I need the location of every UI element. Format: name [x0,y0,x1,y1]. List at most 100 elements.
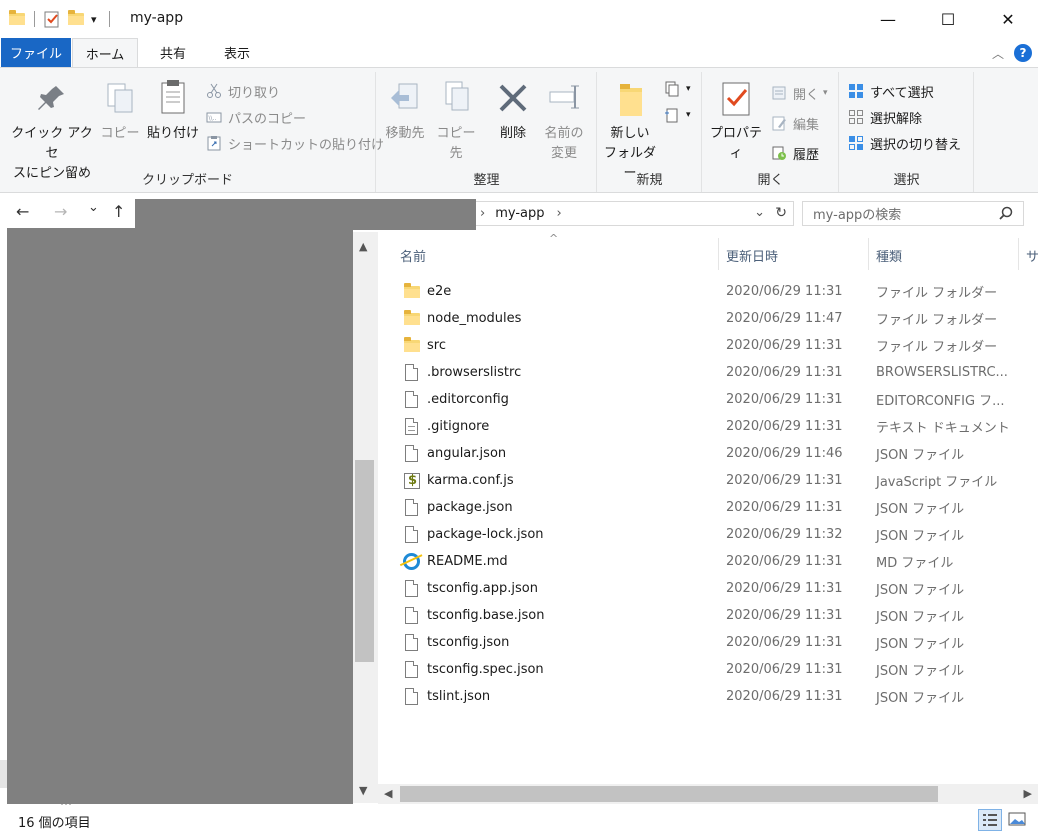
back-arrow-icon[interactable]: ← [16,202,29,221]
recent-locations-icon[interactable]: ⌄ [88,200,99,215]
file-name[interactable]: src [427,338,446,353]
large-icons-view-button[interactable] [1006,809,1030,831]
table-row[interactable]: tsconfig.base.json 2020/06/29 11:31 JSON フ… [380,602,1038,629]
tab-home[interactable]: ホーム [72,38,138,68]
file-name[interactable]: tsconfig.spec.json [427,662,544,677]
qat-dropdown-icon[interactable]: ▾ [91,13,97,26]
file-name[interactable]: tsconfig.app.json [427,581,538,596]
scroll-right-icon[interactable]: ▶ [1024,787,1032,800]
copy-path-button[interactable]: \\.. パスのコピー [206,106,306,128]
help-icon[interactable]: ? [1014,44,1032,62]
file-name[interactable]: node_modules [427,311,521,326]
details-view-button[interactable] [978,809,1002,831]
tab-file[interactable]: ファイル [1,38,71,67]
delete-button[interactable]: 削除 [489,78,537,144]
file-name[interactable]: tsconfig.base.json [427,608,544,623]
copy-to-button[interactable]: コピー先 [431,78,481,164]
paste-shortcut-button[interactable]: ショートカットの貼り付け [206,132,384,154]
breadcrumb-separator-icon[interactable]: › [557,206,562,221]
file-name[interactable]: tslint.json [427,689,490,704]
table-row[interactable]: e2e 2020/06/29 11:31 ファイル フォルダー [380,278,1038,305]
column-header-modified[interactable]: 更新日時 [726,246,778,265]
search-icon[interactable] [999,206,1013,224]
minimize-button[interactable]: — [858,0,918,38]
file-list[interactable]: ^ 名前 更新日時 種類 サ e2e 2020/06/29 11:31 ファイル フ… [380,232,1038,804]
new-folder-icon[interactable] [67,10,85,28]
cut-button[interactable]: 切り取り [206,80,280,102]
column-divider[interactable] [718,238,719,270]
table-row[interactable]: package-lock.json 2020/06/29 11:32 JSON ファ… [380,521,1038,548]
table-row[interactable]: package.json 2020/06/29 11:31 JSON ファイル [380,494,1038,521]
table-row[interactable]: src 2020/06/29 11:31 ファイル フォルダー [380,332,1038,359]
breadcrumb-current[interactable]: my-app [495,206,544,221]
history-button[interactable]: 履歴 [771,142,819,164]
file-type: ファイル フォルダー [876,340,998,355]
edit-button[interactable]: 編集 [771,112,819,134]
file-name[interactable]: .gitignore [427,419,489,434]
file-date-modified: 2020/06/29 11:31 [726,608,843,623]
scrollbar-thumb[interactable] [355,460,374,662]
select-all-button[interactable]: すべて選択 [848,80,934,102]
navigation-pane-scrollbar[interactable]: ▲ ▼ [353,232,378,803]
table-row[interactable]: .gitignore 2020/06/29 11:31 テキスト ドキュメント [380,413,1038,440]
file-name[interactable]: tsconfig.json [427,635,509,650]
table-row[interactable]: node_modules 2020/06/29 11:47 ファイル フォルダー [380,305,1038,332]
table-row[interactable]: .browserslistrc 2020/06/29 11:31 BROWSERSL… [380,359,1038,386]
new-item-button[interactable]: ▾ [664,78,691,100]
search-placeholder: my-appの検索 [813,208,902,223]
paste-button[interactable]: 貼り付け [144,78,202,144]
close-button[interactable]: ✕ [978,0,1038,38]
file-name[interactable]: package.json [427,500,513,515]
rename-button[interactable]: 名前の 変更 [539,78,589,164]
breadcrumb-separator-icon[interactable]: › [480,206,485,221]
file-name[interactable]: README.md [427,554,508,569]
open-button[interactable]: 開く ▾ [771,82,828,104]
table-row[interactable]: angular.json 2020/06/29 11:46 JSON ファイル [380,440,1038,467]
move-to-button[interactable]: 移動先 [381,78,429,144]
tab-share[interactable]: 共有 [144,38,202,67]
scrollbar-thumb[interactable] [400,786,938,802]
file-icon [403,661,421,679]
search-input[interactable]: my-appの検索 [802,201,1024,226]
table-row[interactable]: .editorconfig 2020/06/29 11:31 EDITORCONFI… [380,386,1038,413]
address-bar[interactable]: › my-app › ⌄ ↻ [476,201,794,226]
column-divider[interactable] [1018,238,1019,270]
scroll-up-icon[interactable]: ▲ [359,240,367,253]
easy-access-button[interactable]: ▾ [664,104,691,126]
forward-arrow-icon[interactable]: → [54,202,67,221]
table-row[interactable]: README.md 2020/06/29 11:31 MD ファイル [380,548,1038,575]
select-none-button[interactable]: 選択解除 [848,106,922,128]
file-name[interactable]: karma.conf.js [427,473,514,488]
refresh-icon[interactable]: ↻ [775,205,787,221]
table-row[interactable]: tsconfig.json 2020/06/29 11:31 JSON ファイル [380,629,1038,656]
file-name[interactable]: .editorconfig [427,392,509,407]
paste-shortcut-icon [206,135,222,151]
file-name[interactable]: .browserslistrc [427,365,521,380]
clipboard-group: クイック アクセ スにピン留め コピー 貼り付け 切り取り \\.. パスのコピ… [0,72,384,192]
file-date-modified: 2020/06/29 11:46 [726,446,843,461]
properties-checkmark-icon[interactable] [43,10,61,28]
file-name[interactable]: package-lock.json [427,527,544,542]
maximize-button[interactable]: ☐ [918,0,978,38]
file-icon [403,580,421,598]
table-row[interactable]: tsconfig.app.json 2020/06/29 11:31 JSON ファ… [380,575,1038,602]
column-header-name[interactable]: 名前 [400,246,426,265]
table-row[interactable]: karma.conf.js 2020/06/29 11:31 JavaScript … [380,467,1038,494]
file-name[interactable]: angular.json [427,446,506,461]
copy-button[interactable]: コピー [100,78,140,144]
tab-view[interactable]: 表示 [208,38,266,67]
up-arrow-icon[interactable]: ↑ [112,202,125,221]
properties-button[interactable]: プロパティ [705,78,767,164]
table-row[interactable]: tslint.json 2020/06/29 11:31 JSON ファイル [380,683,1038,710]
horizontal-scrollbar[interactable]: ◀ ▶ [378,784,1038,804]
scroll-down-icon[interactable]: ▼ [359,784,367,797]
collapse-ribbon-icon[interactable]: ︿ [992,45,1004,62]
column-divider[interactable] [868,238,869,270]
address-dropdown-icon[interactable]: ⌄ [754,205,765,220]
scroll-left-icon[interactable]: ◀ [384,787,392,800]
column-header-size[interactable]: サ [1026,246,1038,265]
table-row[interactable]: tsconfig.spec.json 2020/06/29 11:31 JSON フ… [380,656,1038,683]
file-name[interactable]: e2e [427,284,451,299]
column-header-type[interactable]: 種類 [876,246,902,265]
invert-selection-button[interactable]: 選択の切り替え [848,132,961,154]
